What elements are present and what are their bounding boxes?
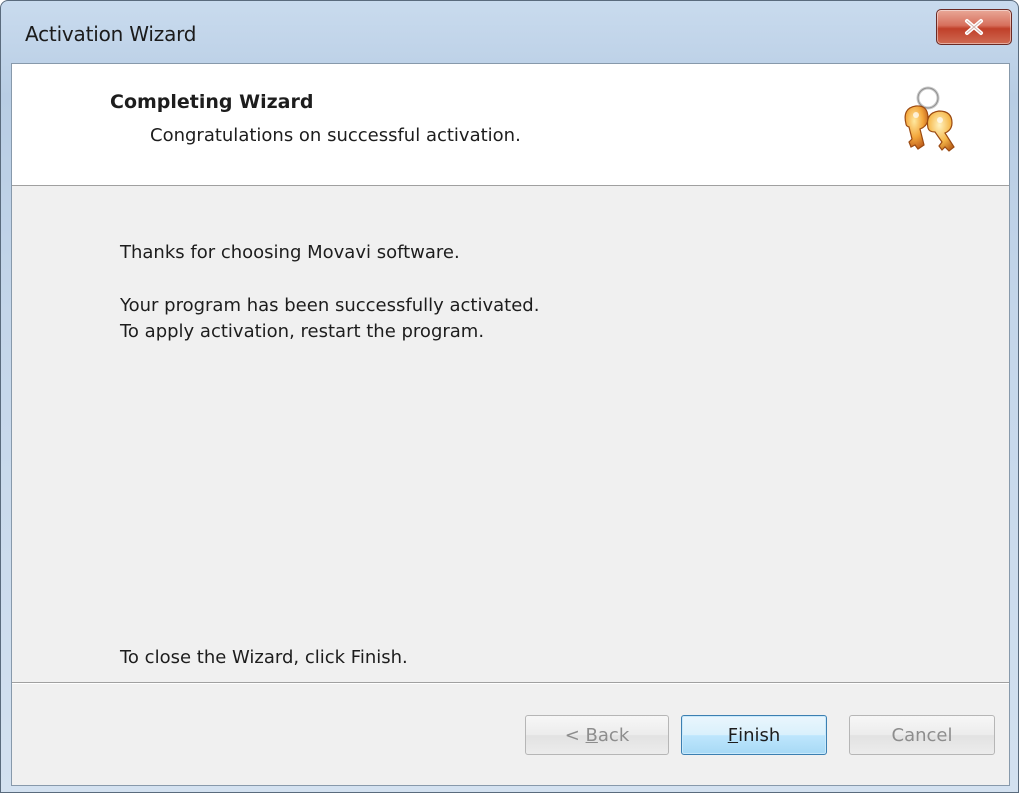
activated-text: Your program has been successfully activ…: [120, 295, 540, 316]
thanks-text: Thanks for choosing Movavi software.: [120, 242, 460, 263]
back-button-label-rest: ack: [597, 724, 630, 746]
back-button-mnemonic: B: [585, 724, 598, 746]
cancel-button[interactable]: Cancel: [849, 715, 995, 755]
wizard-header: Completing Wizard Congratulations on suc…: [12, 64, 1009, 186]
back-button-prefix: <: [564, 724, 586, 746]
footer-divider: [12, 682, 1009, 684]
finish-button[interactable]: Finish: [681, 715, 827, 755]
title-bar[interactable]: Activation Wizard: [1, 1, 1018, 61]
close-button[interactable]: [936, 9, 1012, 45]
header-subtitle: Congratulations on successful activation…: [150, 125, 521, 146]
keys-icon: [904, 86, 955, 152]
finish-button-mnemonic: F: [727, 724, 739, 746]
wizard-client-area: Completing Wizard Congratulations on suc…: [11, 63, 1010, 786]
window-title: Activation Wizard: [25, 22, 197, 46]
restart-text: To apply activation, restart the program…: [120, 321, 485, 342]
activation-wizard-window: Activation Wizard Completing Wizard Cong…: [0, 0, 1019, 793]
finish-button-label-rest: inish: [738, 724, 781, 746]
header-title: Completing Wizard: [110, 91, 314, 113]
close-icon: [965, 19, 983, 35]
close-hint-text: To close the Wizard, click Finish.: [120, 647, 408, 668]
cancel-button-label: Cancel: [891, 724, 953, 746]
back-button[interactable]: < Back: [525, 715, 669, 755]
